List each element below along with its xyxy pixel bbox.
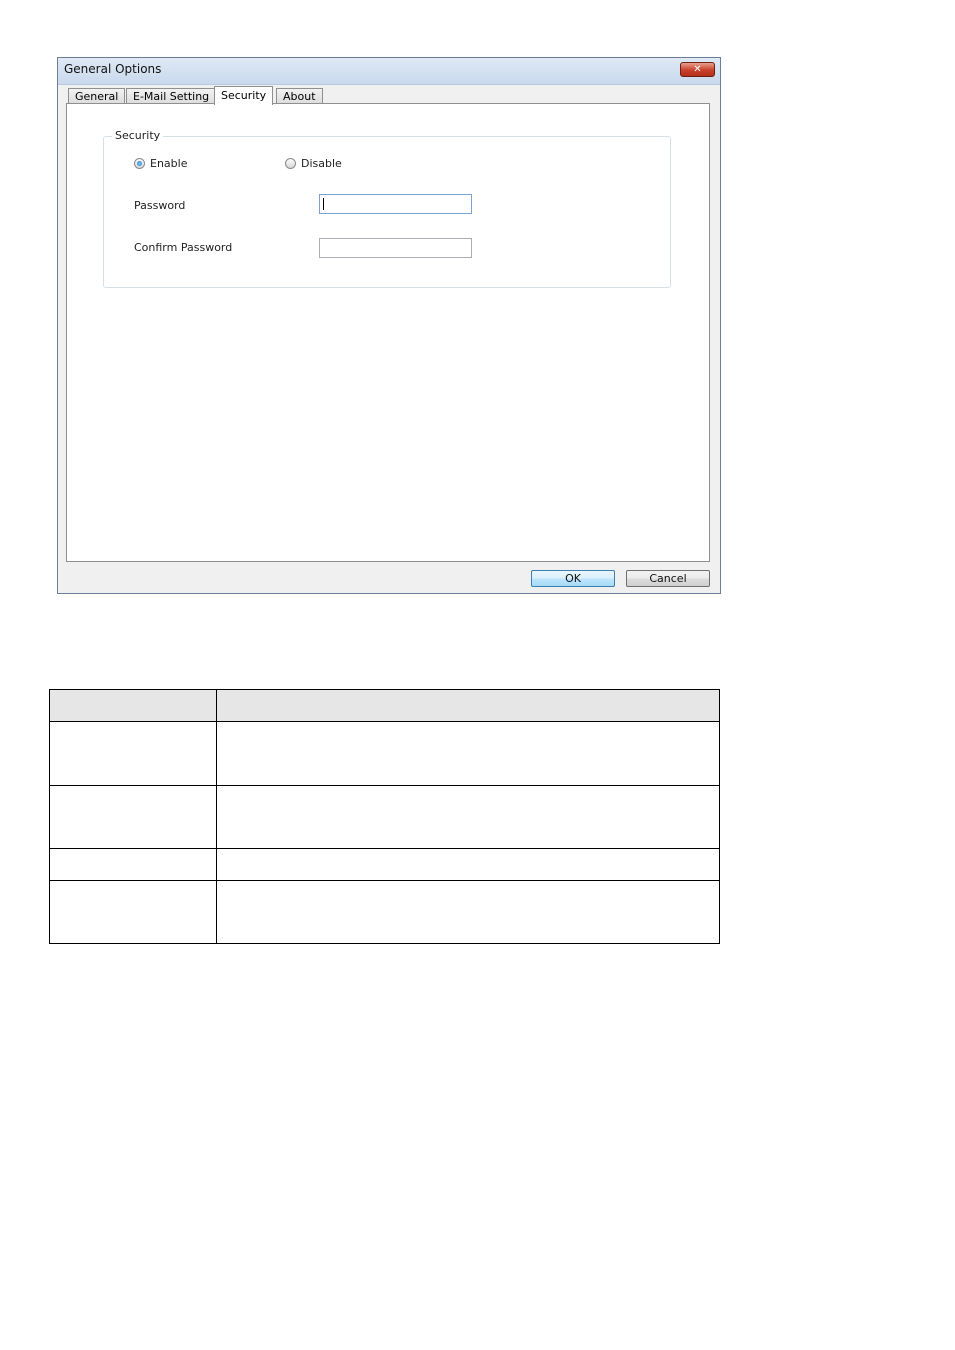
options-table — [49, 689, 720, 944]
tab-about[interactable]: About — [276, 88, 323, 104]
window-title: General Options — [64, 62, 162, 76]
title-bar[interactable]: General Options ✕ — [58, 58, 720, 85]
cancel-button[interactable]: Cancel — [626, 570, 710, 587]
table-header-cell — [49, 689, 217, 722]
table-row — [49, 785, 720, 849]
enable-radio[interactable]: Enable — [134, 157, 187, 170]
table-cell — [49, 848, 217, 881]
enable-label: Enable — [150, 157, 188, 170]
table-cell — [49, 721, 217, 786]
tab-security[interactable]: Security — [214, 86, 274, 105]
disable-radio[interactable]: Disable — [285, 157, 342, 170]
table-row — [49, 848, 720, 881]
table-cell — [216, 848, 720, 881]
text-caret — [323, 198, 324, 210]
ok-button[interactable]: OK — [531, 570, 615, 587]
security-tab-panel: Security Enable Disable Password Confirm… — [66, 103, 710, 562]
table-cell — [216, 785, 720, 849]
confirm-password-label: Confirm Password — [134, 241, 233, 254]
security-group-label: Security — [112, 129, 164, 142]
radio-unselected-icon — [285, 158, 296, 169]
radio-selected-icon — [134, 158, 145, 169]
table-cell — [49, 880, 217, 944]
table-row — [49, 880, 720, 944]
table-cell — [216, 721, 720, 786]
tab-email-setting[interactable]: E-Mail Setting — [126, 88, 217, 104]
password-label: Password — [134, 199, 186, 212]
disable-label: Disable — [301, 157, 342, 170]
close-icon: ✕ — [693, 63, 702, 75]
table-row — [49, 721, 720, 786]
table-cell — [49, 785, 217, 849]
table-header-row — [49, 689, 720, 722]
tab-general[interactable]: General — [68, 88, 126, 104]
password-field[interactable] — [319, 194, 472, 214]
general-options-dialog: General Options ✕ General E-Mail Setting… — [57, 57, 721, 594]
security-groupbox: Security Enable Disable Password Confirm… — [103, 129, 671, 288]
table-header-cell — [216, 689, 720, 722]
confirm-password-field[interactable] — [319, 238, 472, 258]
table-cell — [216, 880, 720, 944]
close-button[interactable]: ✕ — [680, 62, 715, 77]
